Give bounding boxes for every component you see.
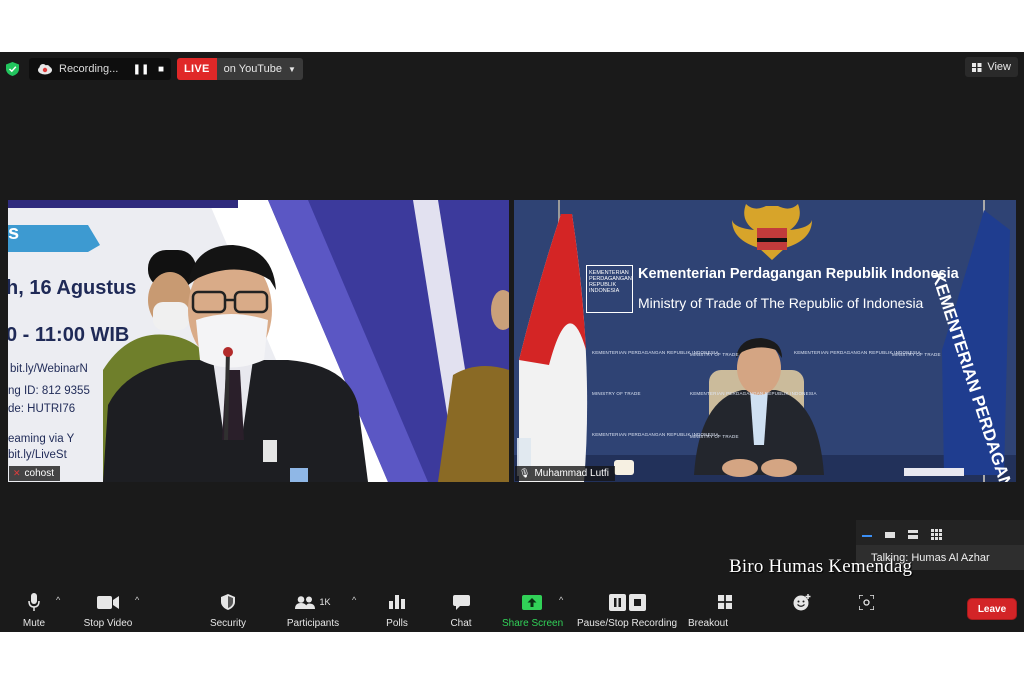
pause-icon <box>608 593 626 611</box>
recording-indicator: Recording... ❚❚ ■ <box>29 58 171 80</box>
bg-text-5: MINISTRY OF TRADE <box>592 391 641 396</box>
chevron-down-icon: ▼ <box>287 64 296 74</box>
breakout-rooms-icon <box>718 595 732 609</box>
recording-label: Recording... <box>59 63 119 75</box>
muted-mic-icon: ✕ <box>13 468 21 478</box>
participants-button[interactable]: 1K Participants <box>284 592 342 629</box>
bg-text-4: MINISTRY OF TRADE <box>892 352 941 357</box>
cloud-recording-icon <box>38 64 52 75</box>
leave-button[interactable]: Leave <box>967 598 1017 620</box>
breakout-rooms-button[interactable]: Breakout <box>688 592 732 629</box>
participant-name: Muhammad Lutfi <box>534 468 609 479</box>
meeting-toolbar: Mute ^ Stop Video ^ Security 1K Particip… <box>0 582 1024 632</box>
slide-text-6: de: HUTRI76 <box>8 403 76 415</box>
participant-name-tag: 🎙 Muhammad Lutfi <box>515 466 615 481</box>
chat-button[interactable]: Chat <box>448 592 474 629</box>
zoom-meeting-window: Recording... ❚❚ ■ LIVE on YouTube ▼ View <box>0 52 1024 632</box>
stop-icon <box>628 593 646 611</box>
slide-text-7: eaming via Y <box>8 433 75 445</box>
pause-stop-recording-button[interactable]: Pause/Stop Recording <box>577 592 677 629</box>
share-options-caret[interactable]: ^ <box>559 595 563 605</box>
share-screen-button[interactable]: Share Screen <box>502 592 563 629</box>
security-button[interactable]: Security <box>207 592 249 629</box>
slide-text-3: 0 - 11:00 WIB <box>8 324 130 346</box>
video-tile-cohost[interactable]: s h, 16 Agustus 0 - 11:00 WIB bit.ly/Web… <box>8 200 509 482</box>
banner-title-indonesian: Kementerian Perdagangan Republik Indones… <box>638 266 959 282</box>
security-shield-icon[interactable] <box>6 62 19 76</box>
banner-title-english: Ministry of Trade of The Republic of Ind… <box>638 295 924 311</box>
smiley-plus-icon <box>793 593 811 610</box>
live-stream-indicator[interactable]: LIVE on YouTube ▼ <box>177 58 303 80</box>
minister-video-scene <box>514 200 1016 482</box>
slide-text-2: h, 16 Agustus <box>8 277 137 299</box>
expand-frame-icon <box>858 594 874 610</box>
video-camera-icon <box>97 595 119 609</box>
bar-chart-icon <box>389 595 405 609</box>
microphone-icon <box>28 593 40 611</box>
muted-mic-icon: 🎙 <box>519 468 531 478</box>
security-shield-outline-icon <box>221 594 235 610</box>
share-screen-arrow-icon <box>522 594 542 610</box>
minimize-icon[interactable] <box>862 531 872 537</box>
watermark-text: Biro Humas Kemendag <box>729 556 913 577</box>
slide-text-5: ng ID: 812 9355 <box>8 385 90 397</box>
strip-view-icon[interactable] <box>908 529 918 539</box>
mute-button[interactable]: Mute <box>18 592 50 629</box>
video-options-caret[interactable]: ^ <box>135 595 139 605</box>
speaker-view-icon[interactable] <box>885 530 895 538</box>
bg-text-6: KEMENTERIAN PERDAGANGAN REPUBLIK INDONES… <box>690 391 817 396</box>
slide-text-1: s <box>8 222 20 244</box>
mute-options-caret[interactable]: ^ <box>56 595 60 605</box>
participants-icon <box>295 595 316 609</box>
bg-text-8: MINISTRY OF TRADE <box>690 434 739 439</box>
view-label: View <box>987 61 1011 73</box>
bg-text-2: MINISTRY OF TRADE <box>690 352 739 357</box>
live-badge: LIVE <box>177 58 217 80</box>
participant-name-tag: ✕ cohost <box>9 466 61 481</box>
chat-bubble-icon <box>452 594 470 610</box>
video-tile-muhammad-lutfi[interactable]: KEMENTERIAN PERDAGANGAN REPUBLIK INDONES… <box>514 200 1016 482</box>
polls-button[interactable]: Polls <box>383 592 411 629</box>
view-button[interactable]: View <box>965 57 1018 77</box>
pause-recording-icon[interactable]: ❚❚ <box>131 64 151 75</box>
apps-button[interactable] <box>857 592 875 612</box>
grid-view-icon <box>972 62 982 72</box>
participants-count: 1K <box>319 597 331 607</box>
live-target-label: on YouTube <box>223 63 282 75</box>
gallery-view-icon[interactable] <box>931 528 942 540</box>
stop-video-button[interactable]: Stop Video <box>82 592 134 629</box>
slide-text-4: bit.ly/WebinarN <box>10 363 88 375</box>
ministry-logo: KEMENTERIAN PERDAGANGAN REPUBLIK INDONES… <box>586 265 633 313</box>
participants-options-caret[interactable]: ^ <box>352 595 356 605</box>
reactions-button[interactable] <box>792 592 812 612</box>
participant-name: cohost <box>24 468 55 479</box>
stop-recording-icon[interactable]: ■ <box>151 64 171 75</box>
slide-text-8: bit.ly/LiveSt <box>8 449 67 461</box>
